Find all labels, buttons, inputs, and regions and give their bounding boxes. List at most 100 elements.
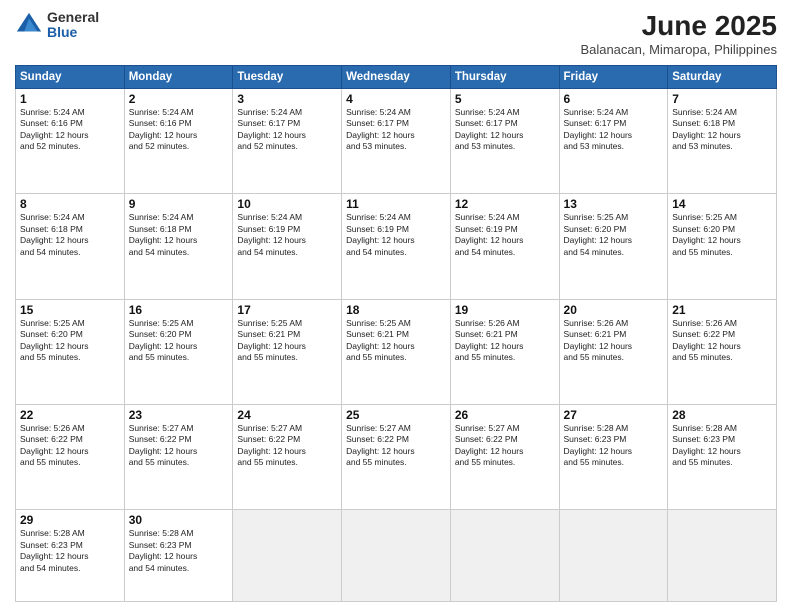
- day-info: Sunrise: 5:24 AM Sunset: 6:19 PM Dayligh…: [237, 212, 337, 258]
- calendar-cell: 12Sunrise: 5:24 AM Sunset: 6:19 PM Dayli…: [450, 194, 559, 299]
- day-info: Sunrise: 5:25 AM Sunset: 6:20 PM Dayligh…: [672, 212, 772, 258]
- header-thursday: Thursday: [450, 66, 559, 89]
- day-number: 24: [237, 408, 337, 422]
- day-number: 25: [346, 408, 446, 422]
- header-monday: Monday: [124, 66, 233, 89]
- day-number: 19: [455, 303, 555, 317]
- calendar-cell: 24Sunrise: 5:27 AM Sunset: 6:22 PM Dayli…: [233, 404, 342, 509]
- header-friday: Friday: [559, 66, 668, 89]
- day-number: 13: [564, 197, 664, 211]
- day-number: 17: [237, 303, 337, 317]
- day-info: Sunrise: 5:26 AM Sunset: 6:21 PM Dayligh…: [455, 318, 555, 364]
- calendar-cell: 30Sunrise: 5:28 AM Sunset: 6:23 PM Dayli…: [124, 510, 233, 602]
- day-number: 20: [564, 303, 664, 317]
- calendar-cell: 20Sunrise: 5:26 AM Sunset: 6:21 PM Dayli…: [559, 299, 668, 404]
- day-number: 6: [564, 92, 664, 106]
- day-info: Sunrise: 5:24 AM Sunset: 6:16 PM Dayligh…: [129, 107, 229, 153]
- calendar-cell: 14Sunrise: 5:25 AM Sunset: 6:20 PM Dayli…: [668, 194, 777, 299]
- day-number: 12: [455, 197, 555, 211]
- day-number: 29: [20, 513, 120, 527]
- day-info: Sunrise: 5:24 AM Sunset: 6:16 PM Dayligh…: [20, 107, 120, 153]
- day-number: 5: [455, 92, 555, 106]
- day-info: Sunrise: 5:25 AM Sunset: 6:21 PM Dayligh…: [346, 318, 446, 364]
- calendar-cell: 18Sunrise: 5:25 AM Sunset: 6:21 PM Dayli…: [342, 299, 451, 404]
- calendar-cell: 15Sunrise: 5:25 AM Sunset: 6:20 PM Dayli…: [16, 299, 125, 404]
- calendar-cell: 27Sunrise: 5:28 AM Sunset: 6:23 PM Dayli…: [559, 404, 668, 509]
- day-number: 22: [20, 408, 120, 422]
- calendar-cell: [450, 510, 559, 602]
- calendar-cell: 6Sunrise: 5:24 AM Sunset: 6:17 PM Daylig…: [559, 89, 668, 194]
- day-info: Sunrise: 5:24 AM Sunset: 6:18 PM Dayligh…: [129, 212, 229, 258]
- calendar-cell: [559, 510, 668, 602]
- day-info: Sunrise: 5:25 AM Sunset: 6:20 PM Dayligh…: [129, 318, 229, 364]
- day-info: Sunrise: 5:28 AM Sunset: 6:23 PM Dayligh…: [564, 423, 664, 469]
- logo-general-text: General: [47, 10, 99, 25]
- calendar-cell: 16Sunrise: 5:25 AM Sunset: 6:20 PM Dayli…: [124, 299, 233, 404]
- calendar-cell: 8Sunrise: 5:24 AM Sunset: 6:18 PM Daylig…: [16, 194, 125, 299]
- day-info: Sunrise: 5:27 AM Sunset: 6:22 PM Dayligh…: [455, 423, 555, 469]
- calendar-table: Sunday Monday Tuesday Wednesday Thursday…: [15, 65, 777, 602]
- calendar-cell: 1Sunrise: 5:24 AM Sunset: 6:16 PM Daylig…: [16, 89, 125, 194]
- day-info: Sunrise: 5:25 AM Sunset: 6:21 PM Dayligh…: [237, 318, 337, 364]
- calendar-cell: 2Sunrise: 5:24 AM Sunset: 6:16 PM Daylig…: [124, 89, 233, 194]
- day-info: Sunrise: 5:28 AM Sunset: 6:23 PM Dayligh…: [672, 423, 772, 469]
- day-number: 9: [129, 197, 229, 211]
- calendar-location: Balanacan, Mimaropa, Philippines: [580, 42, 777, 57]
- calendar-title: June 2025: [580, 10, 777, 42]
- day-number: 14: [672, 197, 772, 211]
- day-number: 11: [346, 197, 446, 211]
- logo-blue-text: Blue: [47, 25, 99, 40]
- calendar-cell: [342, 510, 451, 602]
- day-info: Sunrise: 5:24 AM Sunset: 6:17 PM Dayligh…: [237, 107, 337, 153]
- calendar-cell: 13Sunrise: 5:25 AM Sunset: 6:20 PM Dayli…: [559, 194, 668, 299]
- day-number: 15: [20, 303, 120, 317]
- header-wednesday: Wednesday: [342, 66, 451, 89]
- day-number: 21: [672, 303, 772, 317]
- day-info: Sunrise: 5:24 AM Sunset: 6:18 PM Dayligh…: [20, 212, 120, 258]
- day-number: 27: [564, 408, 664, 422]
- day-info: Sunrise: 5:24 AM Sunset: 6:19 PM Dayligh…: [455, 212, 555, 258]
- day-number: 23: [129, 408, 229, 422]
- calendar-cell: 19Sunrise: 5:26 AM Sunset: 6:21 PM Dayli…: [450, 299, 559, 404]
- day-info: Sunrise: 5:24 AM Sunset: 6:17 PM Dayligh…: [346, 107, 446, 153]
- day-info: Sunrise: 5:24 AM Sunset: 6:17 PM Dayligh…: [564, 107, 664, 153]
- day-number: 3: [237, 92, 337, 106]
- calendar-cell: 22Sunrise: 5:26 AM Sunset: 6:22 PM Dayli…: [16, 404, 125, 509]
- page: General Blue June 2025 Balanacan, Mimaro…: [0, 0, 792, 612]
- day-info: Sunrise: 5:24 AM Sunset: 6:19 PM Dayligh…: [346, 212, 446, 258]
- calendar-cell: 21Sunrise: 5:26 AM Sunset: 6:22 PM Dayli…: [668, 299, 777, 404]
- calendar-cell: 10Sunrise: 5:24 AM Sunset: 6:19 PM Dayli…: [233, 194, 342, 299]
- day-number: 4: [346, 92, 446, 106]
- day-info: Sunrise: 5:24 AM Sunset: 6:17 PM Dayligh…: [455, 107, 555, 153]
- day-number: 2: [129, 92, 229, 106]
- calendar-cell: 5Sunrise: 5:24 AM Sunset: 6:17 PM Daylig…: [450, 89, 559, 194]
- day-number: 1: [20, 92, 120, 106]
- day-number: 26: [455, 408, 555, 422]
- header-saturday: Saturday: [668, 66, 777, 89]
- calendar-cell: 26Sunrise: 5:27 AM Sunset: 6:22 PM Dayli…: [450, 404, 559, 509]
- logo-text: General Blue: [47, 10, 99, 41]
- day-number: 28: [672, 408, 772, 422]
- day-number: 7: [672, 92, 772, 106]
- day-info: Sunrise: 5:27 AM Sunset: 6:22 PM Dayligh…: [346, 423, 446, 469]
- day-info: Sunrise: 5:26 AM Sunset: 6:21 PM Dayligh…: [564, 318, 664, 364]
- day-info: Sunrise: 5:26 AM Sunset: 6:22 PM Dayligh…: [20, 423, 120, 469]
- calendar-cell: 11Sunrise: 5:24 AM Sunset: 6:19 PM Dayli…: [342, 194, 451, 299]
- calendar-cell: 3Sunrise: 5:24 AM Sunset: 6:17 PM Daylig…: [233, 89, 342, 194]
- day-info: Sunrise: 5:28 AM Sunset: 6:23 PM Dayligh…: [129, 528, 229, 574]
- title-block: June 2025 Balanacan, Mimaropa, Philippin…: [580, 10, 777, 57]
- calendar-cell: 4Sunrise: 5:24 AM Sunset: 6:17 PM Daylig…: [342, 89, 451, 194]
- day-info: Sunrise: 5:27 AM Sunset: 6:22 PM Dayligh…: [237, 423, 337, 469]
- calendar-cell: 7Sunrise: 5:24 AM Sunset: 6:18 PM Daylig…: [668, 89, 777, 194]
- calendar-cell: 23Sunrise: 5:27 AM Sunset: 6:22 PM Dayli…: [124, 404, 233, 509]
- calendar-cell: [668, 510, 777, 602]
- calendar-cell: 9Sunrise: 5:24 AM Sunset: 6:18 PM Daylig…: [124, 194, 233, 299]
- day-number: 10: [237, 197, 337, 211]
- day-info: Sunrise: 5:24 AM Sunset: 6:18 PM Dayligh…: [672, 107, 772, 153]
- calendar-cell: 25Sunrise: 5:27 AM Sunset: 6:22 PM Dayli…: [342, 404, 451, 509]
- calendar-cell: 17Sunrise: 5:25 AM Sunset: 6:21 PM Dayli…: [233, 299, 342, 404]
- day-number: 30: [129, 513, 229, 527]
- header-sunday: Sunday: [16, 66, 125, 89]
- calendar-cell: 29Sunrise: 5:28 AM Sunset: 6:23 PM Dayli…: [16, 510, 125, 602]
- day-info: Sunrise: 5:27 AM Sunset: 6:22 PM Dayligh…: [129, 423, 229, 469]
